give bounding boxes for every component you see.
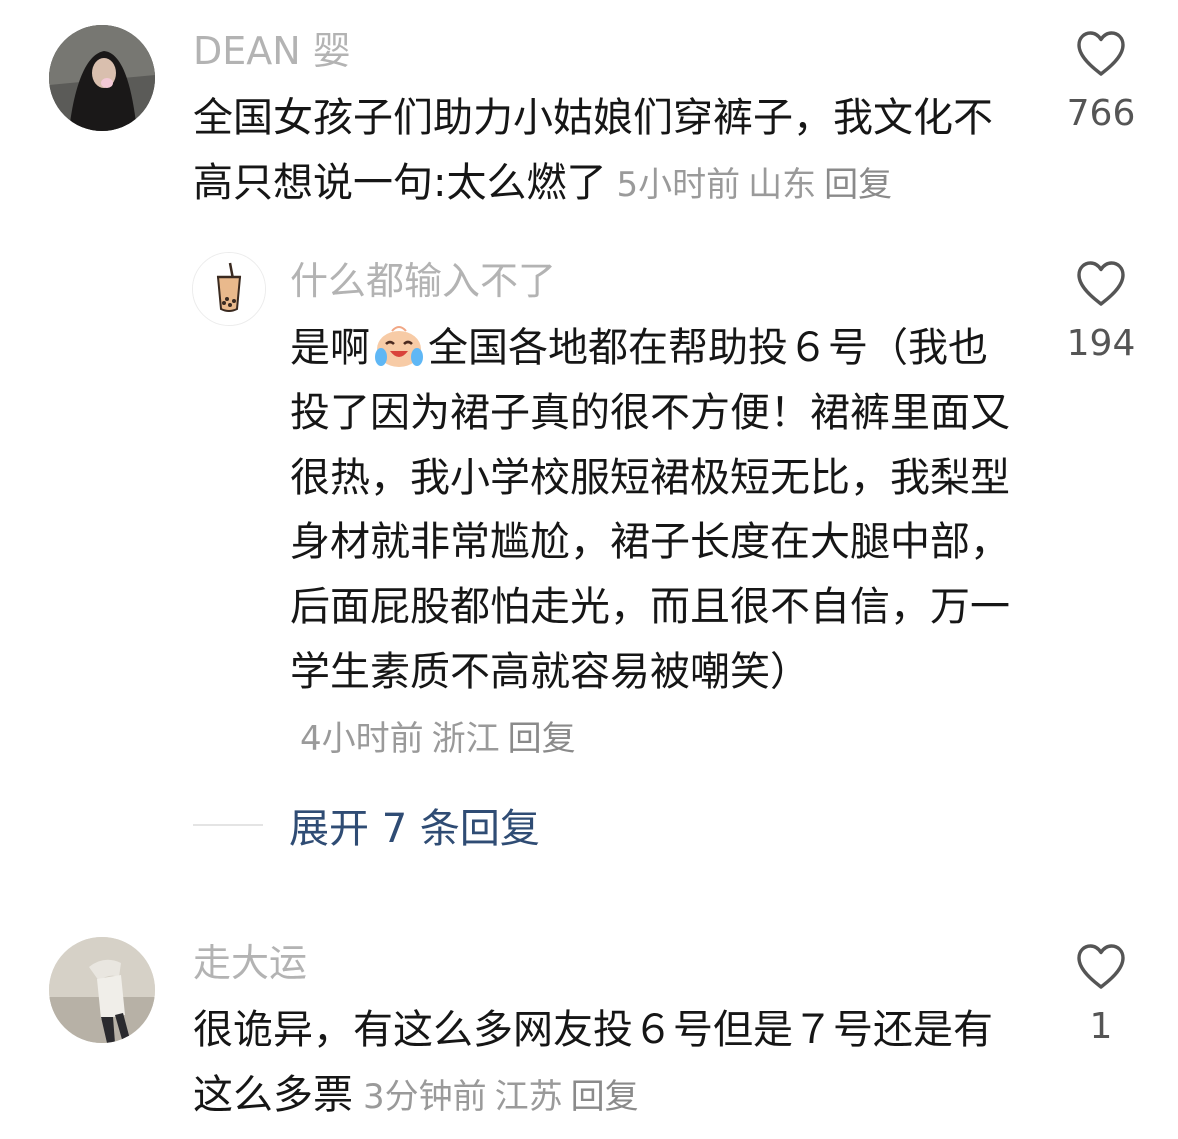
expand-replies-label[interactable]: 展开 7 条回复	[289, 796, 540, 854]
comment-time: 3分钟前	[363, 1076, 487, 1117]
expand-replies-button[interactable]: 展开 7 条回复	[193, 800, 540, 852]
heart-icon	[1077, 261, 1125, 306]
comment-time: 5小时前	[616, 164, 741, 205]
comment-meta: 3分钟前 江苏 回复	[363, 1077, 639, 1117]
reply-button[interactable]: 回复	[508, 719, 576, 759]
heart-icon	[1077, 31, 1125, 76]
comment-body: 全国女孩子们助力小姑娘们穿裤子，我文化不高只想说一句:太么燃了 5小时前 山东 回复	[193, 86, 1018, 216]
reply-button[interactable]: 回复	[571, 1077, 639, 1117]
like-count: 194	[1066, 323, 1136, 364]
comment-username[interactable]: 走大运	[193, 944, 307, 982]
heart-icon	[1077, 944, 1125, 989]
like-button[interactable]: 1	[1046, 943, 1156, 1045]
comment-meta: 5小时前 山东 回复	[616, 165, 892, 205]
comment-location: 江苏	[494, 1076, 563, 1117]
divider-line	[193, 824, 263, 826]
like-button[interactable]: 766	[1046, 30, 1156, 132]
comment-meta: 4小时前 浙江 回复	[300, 719, 576, 759]
like-count: 766	[1066, 93, 1136, 134]
like-button[interactable]: 194	[1046, 260, 1156, 362]
user-avatar-photo[interactable]	[49, 937, 155, 1043]
comment-username[interactable]: 什么都输入不了	[290, 262, 556, 300]
comment-location: 浙江	[431, 718, 500, 759]
comment-location: 山东	[748, 164, 817, 205]
comment-text-part: 全国各地都在帮助投６号（我也投了因为裙子真的很不方便！裙裤里面又很热，我小学校服…	[290, 325, 1010, 695]
reply-button[interactable]: 回复	[824, 165, 892, 205]
comment-text-part: 是啊	[290, 325, 370, 371]
user-avatar-photo[interactable]	[49, 25, 155, 131]
like-count: 1	[1089, 1006, 1113, 1047]
comment-time: 4小时前	[300, 718, 424, 759]
bubble-tea-avatar[interactable]	[192, 252, 266, 326]
comment-body: 很诡异，有这么多网友投６号但是７号还是有这么多票 3分钟前 江苏 回复	[193, 998, 1013, 1128]
comment-username[interactable]: DEAN 婴	[193, 32, 351, 70]
laughing-crying-face-emoji	[372, 323, 426, 369]
comment-body: 是啊 全国各地都在帮助投６号（我也投了因为裙子真的很不方便！裙裤里面又很热，我小…	[290, 316, 1025, 770]
